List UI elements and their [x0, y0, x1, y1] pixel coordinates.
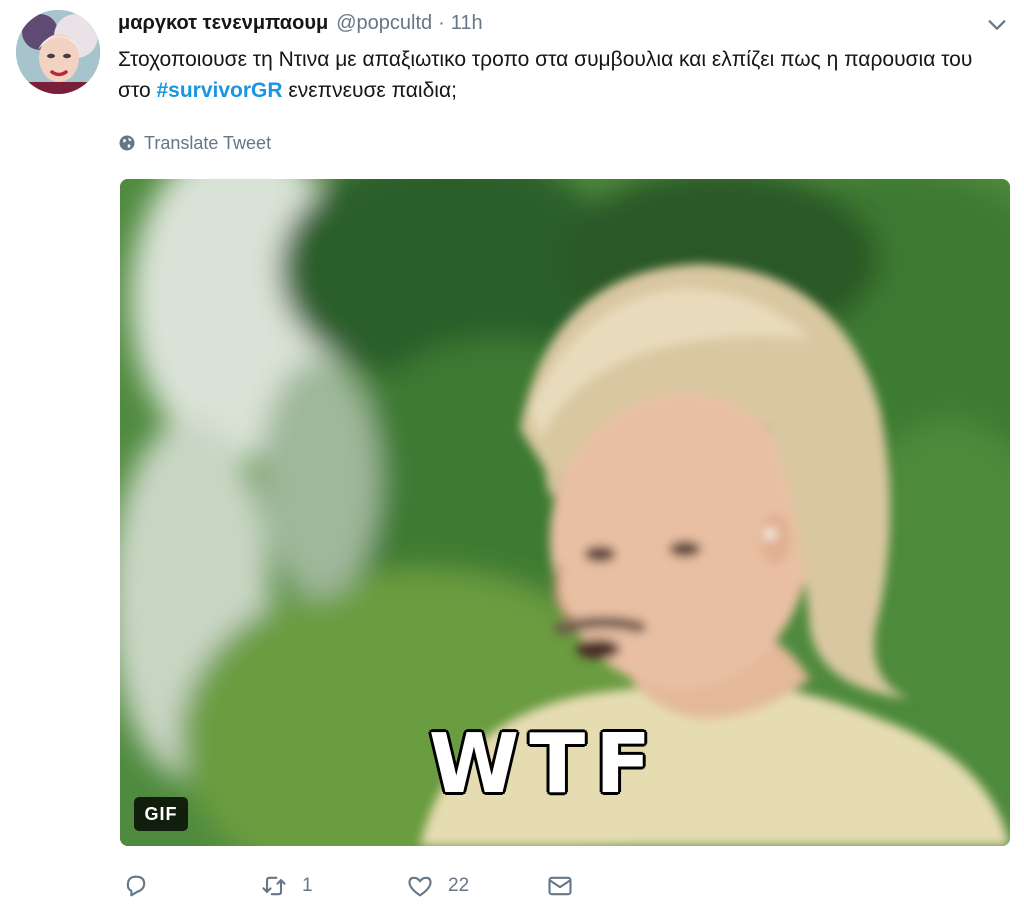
tweet: μαργκοτ τενενμπαουμ @popcultd · 11h Στοχ…	[0, 0, 1024, 913]
gif-media[interactable]: WTF GIF	[120, 179, 1010, 846]
reply-button[interactable]	[122, 866, 164, 906]
globe-icon	[119, 135, 135, 151]
envelope-icon	[548, 876, 572, 896]
hashtag-link[interactable]: #survivorGR	[156, 79, 282, 102]
retweet-icon	[262, 876, 286, 896]
gif-caption: WTF	[428, 717, 662, 812]
reply-icon	[126, 875, 146, 897]
separator-dot: ·	[438, 12, 445, 34]
author-handle[interactable]: @popcultd	[336, 12, 432, 35]
heart-icon	[408, 876, 432, 897]
gif-badge: GIF	[134, 797, 188, 831]
author-name[interactable]: μαργκοτ τενενμπαουμ	[118, 12, 328, 35]
direct-message-button[interactable]	[546, 866, 574, 906]
translate-label: Translate Tweet	[144, 132, 272, 153]
translate-tweet-link[interactable]: Translate Tweet	[118, 131, 271, 155]
retweet-button[interactable]: 1	[260, 866, 313, 906]
chevron-down-icon[interactable]	[986, 14, 1008, 36]
tweet-text-part: ενεπνευσε παιδια;	[282, 79, 457, 102]
avatar[interactable]	[16, 10, 100, 94]
tweet-text: Στοχοποιουσε τη Ντινα με απαξιωτικο τροπ…	[118, 44, 1008, 106]
retweet-count: 1	[302, 875, 313, 896]
timestamp[interactable]: 11h	[451, 12, 483, 35]
like-button[interactable]: 22	[406, 866, 469, 906]
tweet-actions: 1 22	[120, 866, 820, 906]
like-count: 22	[448, 875, 470, 896]
tweet-header: μαργκοτ τενενμπαουμ @popcultd · 11h	[118, 12, 483, 38]
